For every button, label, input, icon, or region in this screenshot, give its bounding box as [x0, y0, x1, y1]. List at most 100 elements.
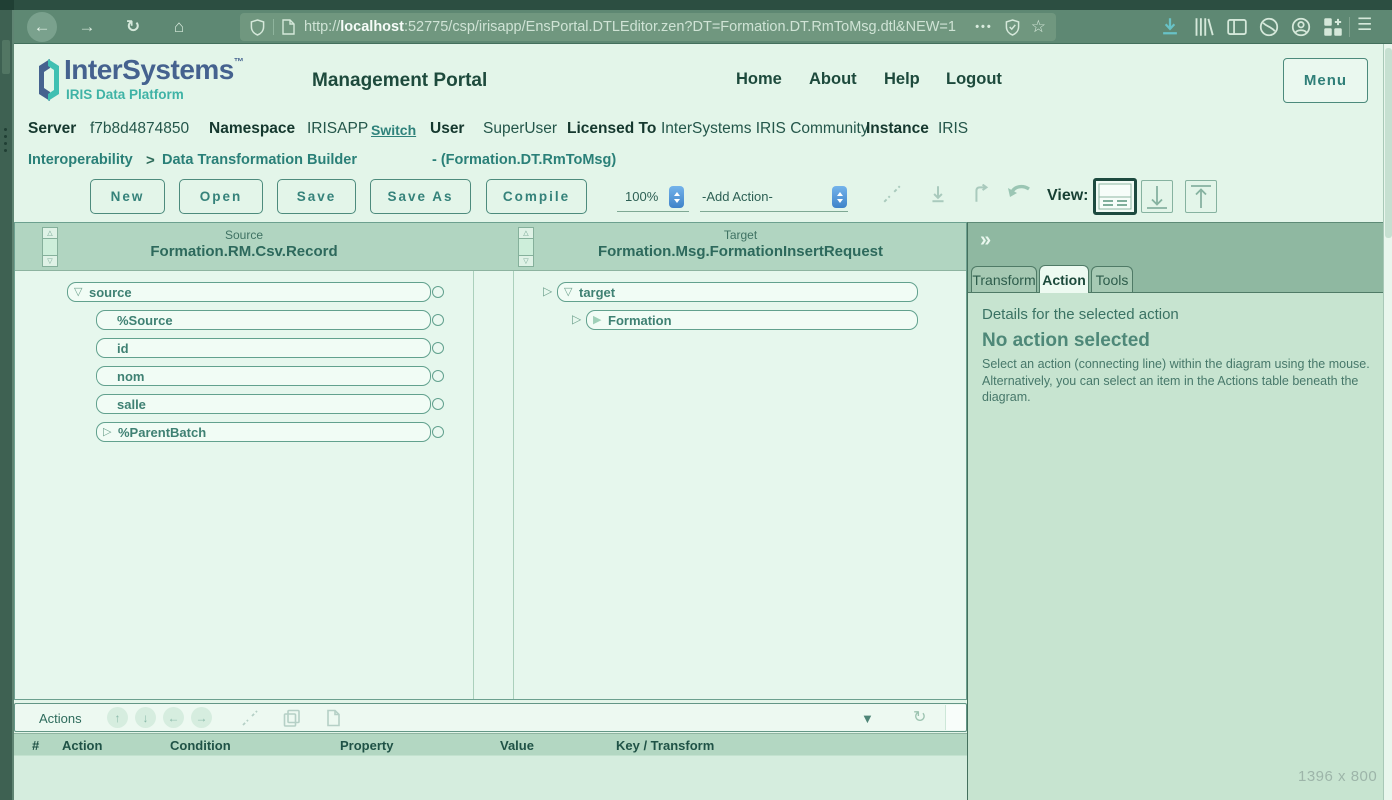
- undo-icon[interactable]: [1006, 183, 1032, 205]
- nav-about-link[interactable]: About: [809, 70, 857, 89]
- connector-port[interactable]: [432, 398, 444, 410]
- tree-node-%Source[interactable]: %Source: [96, 310, 431, 330]
- expand-triangle-icon[interactable]: ▶: [593, 315, 608, 326]
- add-action-select[interactable]: -Add Action-: [702, 189, 773, 204]
- bookmark-star-icon[interactable]: ☆: [1031, 17, 1046, 37]
- collapse-panel-icon[interactable]: »: [980, 229, 991, 252]
- connector-port-icon[interactable]: ▷: [543, 285, 552, 297]
- shield-icon[interactable]: [250, 19, 265, 36]
- move-up-button[interactable]: ↑: [107, 707, 128, 728]
- breadcrumb-section-link[interactable]: Interoperability: [28, 152, 133, 168]
- collapse-triangle-icon[interactable]: ▽: [74, 287, 89, 298]
- nav-help-link[interactable]: Help: [884, 70, 920, 89]
- instance-label: Instance: [866, 120, 929, 138]
- divider: [1349, 17, 1350, 37]
- connector-port-icon[interactable]: ▷: [572, 313, 581, 325]
- view-diagram-button[interactable]: [1141, 180, 1173, 213]
- url-bar[interactable]: http://localhost:52775/csp/irisapp/EnsPo…: [240, 13, 1056, 41]
- switch-namespace-link[interactable]: Switch: [371, 122, 416, 138]
- move-right-button[interactable]: →: [191, 707, 212, 728]
- paste-action-icon[interactable]: [325, 709, 343, 727]
- connector-port[interactable]: [432, 342, 444, 354]
- brand-name: InterSystems™: [64, 54, 243, 86]
- disconnect-icon[interactable]: [882, 184, 902, 204]
- collapse-triangle-icon[interactable]: ▽: [564, 287, 579, 298]
- tree-node-label: %ParentBatch: [118, 425, 206, 440]
- disconnect-action-icon[interactable]: [241, 709, 259, 727]
- col-condition: Condition: [170, 738, 231, 753]
- browser-back-button[interactable]: ←: [27, 12, 57, 42]
- move-left-button[interactable]: ←: [163, 707, 184, 728]
- dtl-diagram: △ ▽ Source Formation.RM.Csv.Record △ ▽ T…: [14, 222, 967, 700]
- save-button[interactable]: Save: [277, 179, 356, 214]
- actions-table-body: [14, 755, 967, 800]
- tree-node-target[interactable]: ▽ target: [557, 282, 918, 302]
- sidebar-icon[interactable]: [1227, 17, 1247, 37]
- permissions-shield-icon[interactable]: [1005, 19, 1020, 36]
- toolbar-end-cap: [945, 705, 966, 730]
- target-kind-label: Target: [513, 228, 968, 242]
- divider: [273, 19, 274, 35]
- account-icon[interactable]: [1291, 17, 1311, 37]
- tree-node-nom[interactable]: nom: [96, 366, 431, 386]
- page-actions-icon[interactable]: •••: [975, 21, 993, 33]
- actions-dropdown-icon[interactable]: ▼: [861, 711, 874, 726]
- menu-button[interactable]: Menu: [1283, 58, 1368, 103]
- extensions-grid-icon[interactable]: [1323, 17, 1343, 37]
- refresh-actions-icon[interactable]: ↻: [913, 707, 926, 727]
- view-table-button[interactable]: [1185, 180, 1217, 213]
- viewport-size-overlay: 1396 x 800: [1298, 768, 1377, 785]
- new-button[interactable]: New: [90, 179, 165, 214]
- extension-globe-icon[interactable]: [1259, 17, 1279, 37]
- copy-action-icon[interactable]: [283, 709, 301, 727]
- browser-home-button[interactable]: ⌂: [166, 14, 192, 40]
- page-icon[interactable]: [282, 19, 295, 35]
- url-scheme: http://: [304, 19, 340, 35]
- tree-node-salle[interactable]: salle: [96, 394, 431, 414]
- connector-port[interactable]: [432, 426, 444, 438]
- move-down-icon[interactable]: [928, 184, 948, 204]
- connector-port[interactable]: [432, 314, 444, 326]
- connector-port[interactable]: [432, 370, 444, 382]
- tab-tools[interactable]: Tools: [1091, 266, 1133, 292]
- move-down-button[interactable]: ↓: [135, 707, 156, 728]
- back-arrow-icon: ←: [34, 17, 51, 37]
- library-icon[interactable]: [1194, 17, 1214, 37]
- actions-toolbar: Actions ↑ ↓ ← → ▼ ↻: [14, 703, 967, 732]
- tab-transform[interactable]: Transform: [971, 266, 1037, 292]
- tab-action[interactable]: Action: [1039, 265, 1089, 293]
- expand-triangle-icon[interactable]: ▷: [103, 427, 118, 438]
- col-number: #: [32, 738, 39, 753]
- open-button[interactable]: Open: [179, 179, 263, 214]
- zoom-select[interactable]: 100%: [625, 189, 658, 204]
- tree-node-source[interactable]: ▽ source: [67, 282, 431, 302]
- scrollbar-thumb[interactable]: [1385, 48, 1392, 238]
- compile-button[interactable]: Compile: [486, 179, 587, 214]
- zoom-stepper[interactable]: [669, 186, 684, 208]
- connector-port[interactable]: [432, 286, 444, 298]
- download-icon[interactable]: [1160, 17, 1180, 37]
- col-value: Value: [500, 738, 534, 753]
- connect-icon[interactable]: [972, 184, 992, 204]
- split-view-icon: [1098, 183, 1132, 210]
- browser-forward-button[interactable]: →: [74, 14, 100, 40]
- add-action-stepper[interactable]: [832, 186, 847, 208]
- server-value: f7b8d4874850: [90, 120, 189, 138]
- menu-hamburger-icon[interactable]: ☰: [1357, 15, 1372, 35]
- intersystems-logo-mark: [36, 58, 62, 102]
- tree-node-id[interactable]: id: [96, 338, 431, 358]
- sidebar-handle[interactable]: [2, 40, 10, 74]
- licensed-to-value: InterSystems IRIS Community: [661, 120, 869, 138]
- user-label: User: [430, 120, 464, 138]
- tree-node-%ParentBatch[interactable]: ▷ %ParentBatch: [96, 422, 431, 442]
- nav-home-link[interactable]: Home: [736, 70, 782, 89]
- nav-logout-link[interactable]: Logout: [946, 70, 1002, 89]
- home-icon: ⌂: [174, 17, 184, 37]
- page-scrollbar[interactable]: [1383, 44, 1392, 800]
- save-as-button[interactable]: Save As: [370, 179, 471, 214]
- tree-node-Formation[interactable]: ▶ Formation: [586, 310, 918, 330]
- view-split-button[interactable]: [1093, 178, 1137, 215]
- forward-arrow-icon: →: [79, 17, 96, 37]
- server-label: Server: [28, 120, 76, 138]
- browser-reload-button[interactable]: ↻: [120, 14, 146, 40]
